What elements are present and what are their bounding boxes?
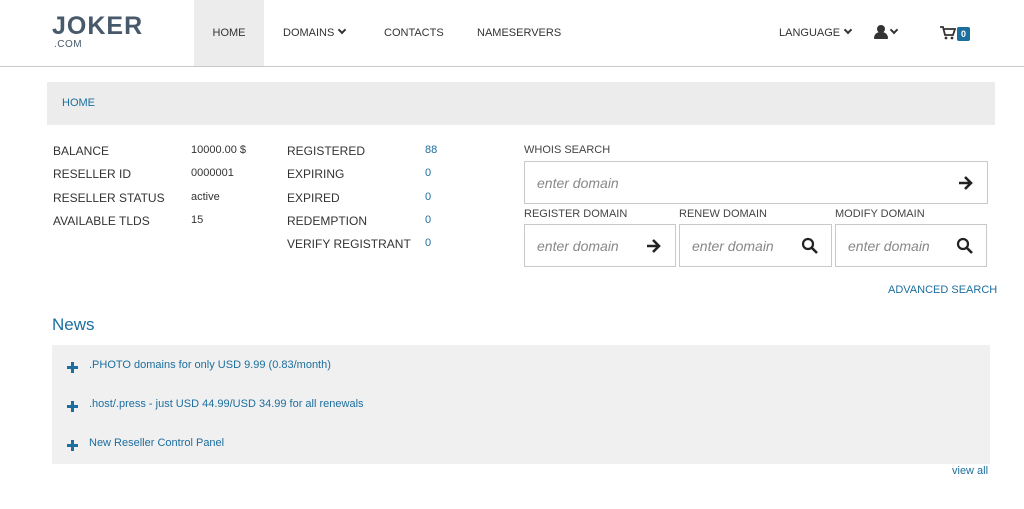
register-domain-placeholder: enter domain [537,238,619,254]
renew-domain-input[interactable]: enter domain [679,224,832,267]
news-item-title[interactable]: .host/.press - just USD 44.99/USD 34.99 … [89,398,364,410]
registered-value[interactable]: 88 [425,144,437,156]
user-icon-body [874,32,888,39]
user-menu[interactable] [874,25,904,41]
renew-domain-label: RENEW DOMAIN [679,208,767,220]
register-domain-label: REGISTER DOMAIN [524,208,628,220]
whois-search-placeholder: enter domain [537,175,619,191]
available-tlds-label: AVAILABLE TLDS [53,214,150,228]
nav-domains-label: DOMAINS [283,27,335,39]
redemption-value[interactable]: 0 [425,214,431,226]
cart-count-badge[interactable]: 0 [957,27,970,41]
search-icon[interactable] [801,237,819,255]
whois-search-label: WHOIS SEARCH [524,144,611,156]
news-item-title[interactable]: .PHOTO domains for only USD 9.99 (0.83/m… [89,359,331,371]
nav-contacts[interactable]: CONTACTS [384,0,444,66]
search-icon[interactable] [956,237,974,255]
expiring-label: EXPIRING [287,167,345,181]
cart-icon[interactable] [940,26,956,40]
nav-nameservers[interactable]: NAMESERVERS [477,0,561,66]
reseller-status-label: RESELLER STATUS [53,191,165,205]
expiring-value[interactable]: 0 [425,167,431,179]
news-item-title[interactable]: New Reseller Control Panel [89,437,224,449]
registered-label: REGISTERED [287,144,366,158]
logo-subtext: .COM [54,39,83,50]
expired-value[interactable]: 0 [425,191,431,203]
breadcrumb: HOME [47,82,995,125]
chevron-down-icon [889,25,899,35]
nav-language[interactable]: LANGUAGE [779,0,853,66]
arrow-right-icon[interactable] [645,237,663,255]
expired-label: EXPIRED [287,191,340,205]
advanced-search-link[interactable]: ADVANCED SEARCH [888,284,997,296]
nav-contacts-label: CONTACTS [384,27,444,39]
reseller-id-value: 0000001 [191,167,234,179]
top-header: JOKER .COM HOME DOMAINS CONTACTS NAMESER… [0,0,1024,67]
nav-nameservers-label: NAMESERVERS [477,27,562,39]
nav-home[interactable]: HOME [194,0,264,66]
modify-domain-label: MODIFY DOMAIN [835,208,925,220]
plus-icon[interactable] [67,401,78,412]
news-panel: .PHOTO domains for only USD 9.99 (0.83/m… [52,345,990,464]
view-all-news-link[interactable]: view all [952,465,988,477]
chevron-down-icon [338,25,347,35]
whois-search-input[interactable]: enter domain [524,161,988,204]
joker-logo[interactable]: JOKER .COM [52,13,142,53]
news-heading: News [52,315,95,334]
nav-domains[interactable]: DOMAINS [283,0,347,66]
chevron-down-icon [843,25,853,35]
nav-home-label: HOME [212,27,246,39]
plus-icon[interactable] [67,362,78,373]
renew-domain-placeholder: enter domain [692,238,774,254]
nav-language-label: LANGUAGE [779,27,841,39]
modify-domain-placeholder: enter domain [848,238,930,254]
reseller-status-value: active [191,191,220,203]
verify-registrant-label: VERIFY REGISTRANT [287,237,411,251]
plus-icon[interactable] [67,440,78,451]
register-domain-input[interactable]: enter domain [524,224,676,267]
arrow-right-icon[interactable] [957,174,975,192]
reseller-id-label: RESELLER ID [53,167,132,181]
modify-domain-input[interactable]: enter domain [835,224,987,267]
breadcrumb-home[interactable]: HOME [62,97,95,109]
available-tlds-value: 15 [191,214,204,226]
balance-value: 10000.00 $ [191,144,247,156]
redemption-label: REDEMPTION [287,214,368,228]
verify-registrant-value[interactable]: 0 [425,237,431,249]
logo-text: JOKER [52,12,144,40]
balance-label: BALANCE [53,144,110,158]
